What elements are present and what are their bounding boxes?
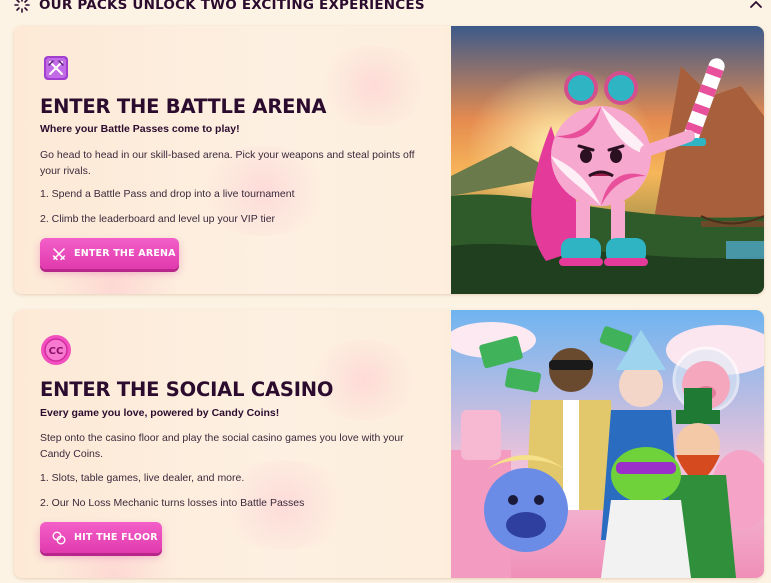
- candy-warrior-image: [451, 26, 764, 294]
- candy-coin-icon: CC: [41, 335, 71, 365]
- arena-title: ENTER THE BATTLE ARENA: [40, 95, 327, 118]
- casino-characters-image: [451, 310, 764, 578]
- arena-step-1: 1. Spend a Battle Pass and drop into a l…: [40, 188, 295, 200]
- chevron-up-icon[interactable]: [749, 0, 763, 10]
- hit-the-floor-button[interactable]: HIT THE FLOOR: [40, 522, 162, 553]
- sparkle-icon: [14, 0, 30, 13]
- casino-step-2: 2. Our No Loss Mechanic turns losses int…: [40, 497, 305, 509]
- enter-arena-label: ENTER THE ARENA: [74, 248, 176, 259]
- arena-subtitle: Where your Battle Passes come to play!: [40, 123, 240, 135]
- casino-description: Step onto the casino floor and play the …: [40, 432, 404, 460]
- casino-title: ENTER THE SOCIAL CASINO: [40, 378, 334, 401]
- coins-icon: [52, 531, 66, 544]
- arena-step-2: 2. Climb the leaderboard and level up yo…: [40, 213, 276, 225]
- crossed-swords-icon: [44, 56, 68, 80]
- crossed-swords-icon: [52, 247, 66, 260]
- section-title: OUR PACKS UNLOCK TWO EXCITING EXPERIENCE…: [39, 0, 425, 13]
- battle-arena-card: ENTER THE BATTLE ARENA Where your Battle…: [14, 26, 764, 294]
- svg-text:CC: CC: [49, 346, 64, 357]
- section-header: OUR PACKS UNLOCK TWO EXCITING EXPERIENCE…: [0, 0, 771, 14]
- casino-step-1: 1. Slots, table games, live dealer, and …: [40, 472, 245, 484]
- enter-arena-button[interactable]: ENTER THE ARENA: [40, 238, 179, 269]
- social-casino-card: CC ENTER THE SOCIAL CASINO Every game yo…: [14, 310, 764, 578]
- casino-subtitle: Every game you love, powered by Candy Co…: [40, 407, 280, 419]
- hit-the-floor-label: HIT THE FLOOR: [74, 532, 158, 543]
- arena-description: Go head to head in our skill-based arena…: [40, 149, 415, 177]
